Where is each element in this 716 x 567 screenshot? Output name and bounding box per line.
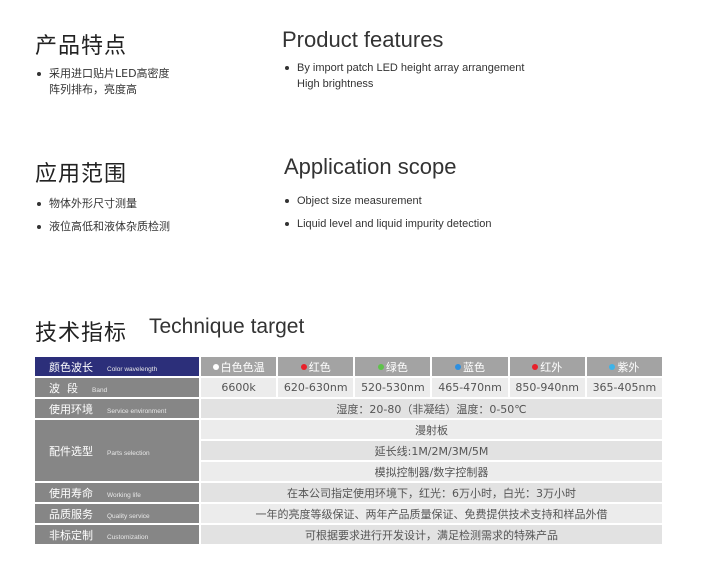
row-label-cn: 颜色波长 xyxy=(49,360,93,374)
environment-value: 湿度：20-80（非凝结）温度：0-50℃ xyxy=(201,399,664,420)
features-title-cn: 产品特点 xyxy=(35,34,128,59)
color-cell: 红外 xyxy=(509,357,587,378)
application-item-en: Liquid level and liquid impurity detecti… xyxy=(283,216,603,232)
band-value: 850-940nm xyxy=(509,378,587,399)
row-label-life: 使用寿命 Working life xyxy=(35,483,201,504)
application-list-en: Object size measurement Liquid level and… xyxy=(283,193,603,239)
row-label-environment: 使用环境 Service environment xyxy=(35,399,201,420)
application-title-cn: 应用范围 xyxy=(35,162,128,187)
application-list-cn: 物体外形尺寸测量 液位高低和液体杂质检测 xyxy=(35,196,255,242)
band-value: 6600k xyxy=(201,378,279,399)
quality-value: 一年的亮度等级保证、两年产品质量保证、免费提供技术支持和样品外借 xyxy=(201,504,664,525)
band-value: 520-530nm xyxy=(355,378,433,399)
color-dot-icon xyxy=(300,363,307,370)
features-item-cn-line1: 采用进口贴片LED高密度 xyxy=(49,67,170,80)
row-label-en: Color wavelength xyxy=(107,365,158,373)
application-title-en: Application scope xyxy=(284,154,457,179)
color-cell: 绿色 xyxy=(355,357,433,378)
features-title-en: Product features xyxy=(282,27,444,52)
table-row-parts: 配件选型 Parts selection 漫射板 xyxy=(35,420,664,483)
band-value: 465-470nm xyxy=(432,378,510,399)
features-item-cn-line2: 阵列排布，亮度高 xyxy=(49,83,137,96)
application-item-cn: 物体外形尺寸测量 xyxy=(35,196,255,212)
parts-value: 模拟控制器/数字控制器 xyxy=(201,462,664,483)
row-label-color: 颜色波长 Color wavelength xyxy=(35,357,201,378)
technique-title-en: Technique target xyxy=(149,315,305,338)
color-cell: 红色 xyxy=(278,357,356,378)
life-value: 在本公司指定使用环境下，红光：6万小时，白光：3万小时 xyxy=(201,483,664,504)
band-value: 620-630nm xyxy=(278,378,356,399)
row-label-custom: 非标定制 Customization xyxy=(35,525,201,546)
parts-value: 漫射板 xyxy=(201,420,664,441)
features-item-en-line1: By import patch LED height array arrange… xyxy=(297,62,525,74)
table-row-band: 波 段 Band 6600k 620-630nm 520-530nm 465-47… xyxy=(35,378,664,399)
features-list-en: By import patch LED height array arrange… xyxy=(283,60,603,99)
color-dot-icon xyxy=(609,363,616,370)
color-cell: 蓝色 xyxy=(432,357,510,378)
table-row-color: 颜色波长 Color wavelength 白色色温 红色 绿色 蓝色 红外 紫外 xyxy=(35,357,664,378)
custom-value: 可根据要求进行开发设计，满足检测需求的特殊产品 xyxy=(201,525,664,546)
table-row-quality: 品质服务 Quality service 一年的亮度等级保证、两年产品质量保证、免… xyxy=(35,504,664,525)
row-label-quality: 品质服务 Quality service xyxy=(35,504,201,525)
band-value: 365-405nm xyxy=(586,378,664,399)
features-item-en-line2: High brightness xyxy=(297,78,374,90)
application-item-en: Object size measurement xyxy=(283,193,603,209)
color-dot-icon xyxy=(455,363,462,370)
technique-title-cn: 技术指标 xyxy=(35,321,128,346)
table-row-custom: 非标定制 Customization 可根据要求进行开发设计，满足检测需求的特殊产… xyxy=(35,525,664,546)
features-item-en: By import patch LED height array arrange… xyxy=(283,60,603,92)
application-item-cn: 液位高低和液体杂质检测 xyxy=(35,219,255,235)
spec-table: 颜色波长 Color wavelength 白色色温 红色 绿色 蓝色 红外 紫外… xyxy=(35,357,664,546)
parts-value: 延长线:1M/2M/3M/5M xyxy=(201,441,664,462)
color-cell: 紫外 xyxy=(586,357,664,378)
features-list-cn: 采用进口贴片LED高密度 阵列排布，亮度高 xyxy=(35,66,235,105)
color-dot-icon xyxy=(532,363,539,370)
row-label-band: 波 段 Band xyxy=(35,378,201,399)
row-label-parts: 配件选型 Parts selection xyxy=(35,420,201,483)
table-row-life: 使用寿命 Working life 在本公司指定使用环境下，红光：6万小时，白光：… xyxy=(35,483,664,504)
features-item-cn: 采用进口贴片LED高密度 阵列排布，亮度高 xyxy=(35,66,235,98)
table-row-environment: 使用环境 Service environment 湿度：20-80（非凝结）温度：… xyxy=(35,399,664,420)
color-dot-icon xyxy=(212,363,219,370)
color-cell: 白色色温 xyxy=(201,357,279,378)
color-dot-icon xyxy=(377,363,384,370)
